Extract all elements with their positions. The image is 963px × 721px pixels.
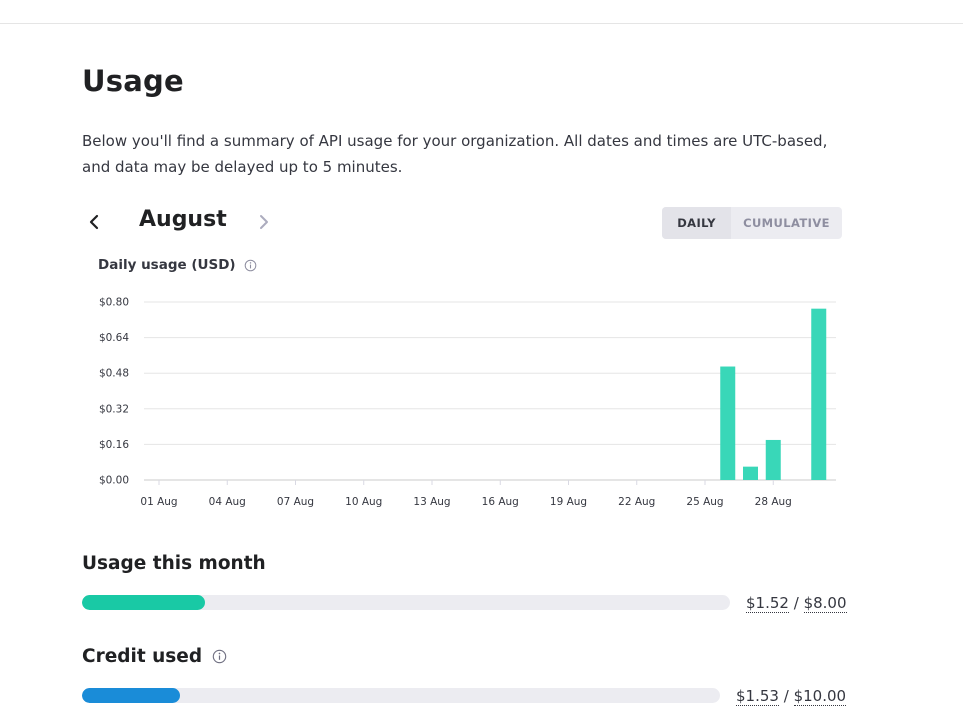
x-tick-label: 25 Aug bbox=[686, 496, 723, 508]
credit-limit-value: $10.00 bbox=[793, 687, 847, 706]
view-toggle: DAILY CUMULATIVE bbox=[662, 207, 842, 239]
chart-title-text: Daily usage (USD) bbox=[98, 257, 236, 273]
credit-separator: / bbox=[783, 687, 789, 705]
usage-this-month-label: Usage this month bbox=[82, 553, 266, 574]
page-description: Below you'll find a summary of API usage… bbox=[82, 132, 828, 176]
usage-progress-fill bbox=[82, 595, 206, 610]
x-tick-label: 16 Aug bbox=[482, 496, 519, 508]
bar-28-aug bbox=[765, 439, 781, 480]
x-tick-label: 04 Aug bbox=[209, 496, 246, 508]
y-tick-label: $0.00 bbox=[99, 475, 129, 487]
daily-usage-chart: $0.00 $0.16 $0.32 $0.48 $0.64 $0.80 01 Aug 04 A… bbox=[99, 297, 836, 508]
page-title: Usage bbox=[82, 64, 184, 98]
credit-used-title: Credit used bbox=[82, 646, 227, 667]
bar-30-aug bbox=[811, 308, 827, 480]
x-tick-label: 22 Aug bbox=[618, 496, 655, 508]
credit-used-label: Credit used bbox=[82, 646, 203, 667]
x-tick-label: 13 Aug bbox=[413, 496, 450, 508]
daily-toggle-button[interactable]: DAILY bbox=[662, 207, 731, 239]
y-tick-label: $0.32 bbox=[99, 403, 129, 415]
info-icon[interactable] bbox=[212, 649, 227, 664]
cumulative-toggle-button[interactable]: CUMULATIVE bbox=[731, 207, 842, 239]
month-label: August bbox=[139, 207, 227, 232]
credit-progress-fill bbox=[82, 688, 180, 703]
y-tick-label: $0.64 bbox=[99, 332, 129, 344]
bar-26-aug bbox=[720, 366, 736, 480]
y-tick-label: $0.16 bbox=[99, 439, 129, 451]
usage-used-value: $1.52 bbox=[746, 594, 789, 613]
usage-separator: / bbox=[793, 594, 799, 612]
x-tick-label: 07 Aug bbox=[277, 496, 314, 508]
chevron-right-icon[interactable] bbox=[252, 208, 276, 236]
info-icon[interactable] bbox=[244, 259, 257, 272]
usage-progress-bar bbox=[82, 595, 730, 610]
chevron-left-icon[interactable] bbox=[82, 208, 106, 236]
bar-27-aug bbox=[743, 466, 758, 480]
chart-title: Daily usage (USD) bbox=[98, 257, 257, 273]
top-bar bbox=[0, 0, 963, 24]
usage-this-month-title: Usage this month bbox=[82, 553, 266, 574]
x-tick-label: 10 Aug bbox=[345, 496, 382, 508]
x-tick-label: 01 Aug bbox=[140, 496, 177, 508]
y-tick-label: $0.48 bbox=[99, 368, 129, 380]
y-tick-label: $0.80 bbox=[99, 297, 129, 309]
month-navigator: August bbox=[82, 204, 302, 240]
credit-amount: $1.53 / $10.00 bbox=[736, 687, 847, 706]
credit-used-value: $1.53 bbox=[736, 687, 779, 706]
x-tick-label: 28 Aug bbox=[755, 496, 792, 508]
usage-limit-value: $8.00 bbox=[803, 594, 847, 613]
credit-progress-bar bbox=[82, 688, 720, 703]
usage-amount: $1.52 / $8.00 bbox=[746, 594, 847, 613]
x-tick-label: 19 Aug bbox=[550, 496, 587, 508]
